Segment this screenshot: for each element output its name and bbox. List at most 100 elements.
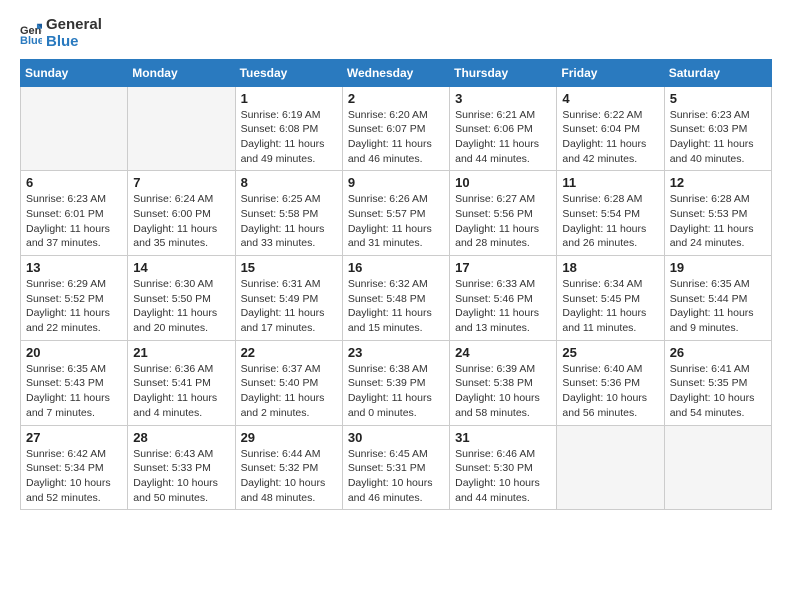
calendar-cell: 10 Sunrise: 6:27 AMSunset: 5:56 PMDayligh…	[450, 171, 557, 256]
day-info: Sunrise: 6:39 AMSunset: 5:38 PMDaylight:…	[455, 362, 551, 421]
days-header-row: SundayMondayTuesdayWednesdayThursdayFrid…	[21, 59, 772, 86]
calendar-cell: 26 Sunrise: 6:41 AMSunset: 5:35 PMDayligh…	[664, 340, 771, 425]
day-header-monday: Monday	[128, 59, 235, 86]
calendar-cell: 8Sunrise: 6:25 AMSunset: 5:58 PMDaylight…	[235, 171, 342, 256]
day-info: Sunrise: 6:41 AMSunset: 5:35 PMDaylight:…	[670, 362, 766, 421]
day-number: 23	[348, 345, 444, 360]
day-info: Sunrise: 6:20 AMSunset: 6:07 PMDaylight:…	[348, 108, 444, 167]
calendar-cell: 16Sunrise: 6:32 AMSunset: 5:48 PMDayligh…	[342, 256, 449, 341]
day-info: Sunrise: 6:37 AMSunset: 5:40 PMDaylight:…	[241, 362, 337, 421]
day-info: Sunrise: 6:23 AMSunset: 6:01 PMDaylight:…	[26, 192, 122, 251]
week-row-4: 20 Sunrise: 6:35 AMSunset: 5:43 PMDayligh…	[21, 340, 772, 425]
day-info: Sunrise: 6:24 AMSunset: 6:00 PMDaylight:…	[133, 192, 229, 251]
day-number: 1	[241, 91, 337, 106]
day-info: Sunrise: 6:31 AMSunset: 5:49 PMDaylight:…	[241, 277, 337, 336]
day-info: Sunrise: 6:29 AMSunset: 5:52 PMDaylight:…	[26, 277, 122, 336]
day-number: 15	[241, 260, 337, 275]
day-info: Sunrise: 6:34 AMSunset: 5:45 PMDaylight:…	[562, 277, 658, 336]
logo-general-text: General	[46, 16, 102, 33]
svg-text:Blue: Blue	[20, 35, 42, 44]
day-header-saturday: Saturday	[664, 59, 771, 86]
calendar-cell: 23 Sunrise: 6:38 AMSunset: 5:39 PMDayligh…	[342, 340, 449, 425]
calendar-cell	[128, 86, 235, 171]
day-info: Sunrise: 6:33 AMSunset: 5:46 PMDaylight:…	[455, 277, 551, 336]
week-row-2: 6Sunrise: 6:23 AMSunset: 6:01 PMDaylight…	[21, 171, 772, 256]
day-number: 26	[670, 345, 766, 360]
day-number: 29	[241, 430, 337, 445]
day-info: Sunrise: 6:22 AMSunset: 6:04 PMDaylight:…	[562, 108, 658, 167]
day-header-wednesday: Wednesday	[342, 59, 449, 86]
day-number: 25	[562, 345, 658, 360]
day-number: 19	[670, 260, 766, 275]
calendar-cell: 3 Sunrise: 6:21 AMSunset: 6:06 PMDaylight…	[450, 86, 557, 171]
calendar-cell: 5Sunrise: 6:23 AMSunset: 6:03 PMDaylight…	[664, 86, 771, 171]
header: General Blue General Blue	[20, 16, 772, 51]
calendar-cell	[557, 425, 664, 510]
day-info: Sunrise: 6:30 AMSunset: 5:50 PMDaylight:…	[133, 277, 229, 336]
day-info: Sunrise: 6:19 AMSunset: 6:08 PMDaylight:…	[241, 108, 337, 167]
day-number: 4	[562, 91, 658, 106]
calendar-cell: 29 Sunrise: 6:44 AMSunset: 5:32 PMDayligh…	[235, 425, 342, 510]
calendar-cell: 25Sunrise: 6:40 AMSunset: 5:36 PMDayligh…	[557, 340, 664, 425]
week-row-1: 1 Sunrise: 6:19 AMSunset: 6:08 PMDaylight…	[21, 86, 772, 171]
logo-icon: General Blue	[20, 22, 42, 44]
calendar-cell: 31Sunrise: 6:46 AMSunset: 5:30 PMDayligh…	[450, 425, 557, 510]
day-number: 18	[562, 260, 658, 275]
day-number: 9	[348, 175, 444, 190]
day-number: 2	[348, 91, 444, 106]
day-number: 3	[455, 91, 551, 106]
calendar-cell: 2 Sunrise: 6:20 AMSunset: 6:07 PMDaylight…	[342, 86, 449, 171]
day-info: Sunrise: 6:27 AMSunset: 5:56 PMDaylight:…	[455, 192, 551, 251]
day-info: Sunrise: 6:36 AMSunset: 5:41 PMDaylight:…	[133, 362, 229, 421]
calendar-cell: 27Sunrise: 6:42 AMSunset: 5:34 PMDayligh…	[21, 425, 128, 510]
calendar-cell: 18 Sunrise: 6:34 AMSunset: 5:45 PMDayligh…	[557, 256, 664, 341]
day-number: 11	[562, 175, 658, 190]
calendar-cell: 12 Sunrise: 6:28 AMSunset: 5:53 PMDayligh…	[664, 171, 771, 256]
calendar-cell: 7 Sunrise: 6:24 AMSunset: 6:00 PMDaylight…	[128, 171, 235, 256]
calendar-cell: 20 Sunrise: 6:35 AMSunset: 5:43 PMDayligh…	[21, 340, 128, 425]
day-info: Sunrise: 6:35 AMSunset: 5:43 PMDaylight:…	[26, 362, 122, 421]
calendar-cell: 13Sunrise: 6:29 AMSunset: 5:52 PMDayligh…	[21, 256, 128, 341]
day-info: Sunrise: 6:28 AMSunset: 5:53 PMDaylight:…	[670, 192, 766, 251]
day-number: 10	[455, 175, 551, 190]
calendar-cell: 24 Sunrise: 6:39 AMSunset: 5:38 PMDayligh…	[450, 340, 557, 425]
day-info: Sunrise: 6:28 AMSunset: 5:54 PMDaylight:…	[562, 192, 658, 251]
day-info: Sunrise: 6:23 AMSunset: 6:03 PMDaylight:…	[670, 108, 766, 167]
day-number: 20	[26, 345, 122, 360]
calendar-cell: 9 Sunrise: 6:26 AMSunset: 5:57 PMDaylight…	[342, 171, 449, 256]
day-header-friday: Friday	[557, 59, 664, 86]
calendar-cell: 30Sunrise: 6:45 AMSunset: 5:31 PMDayligh…	[342, 425, 449, 510]
day-number: 27	[26, 430, 122, 445]
day-info: Sunrise: 6:26 AMSunset: 5:57 PMDaylight:…	[348, 192, 444, 251]
day-number: 7	[133, 175, 229, 190]
day-info: Sunrise: 6:45 AMSunset: 5:31 PMDaylight:…	[348, 447, 444, 506]
calendar-cell: 4 Sunrise: 6:22 AMSunset: 6:04 PMDaylight…	[557, 86, 664, 171]
day-number: 22	[241, 345, 337, 360]
day-number: 16	[348, 260, 444, 275]
calendar-cell: 21 Sunrise: 6:36 AMSunset: 5:41 PMDayligh…	[128, 340, 235, 425]
day-number: 24	[455, 345, 551, 360]
day-info: Sunrise: 6:38 AMSunset: 5:39 PMDaylight:…	[348, 362, 444, 421]
day-header-tuesday: Tuesday	[235, 59, 342, 86]
calendar-cell	[664, 425, 771, 510]
day-info: Sunrise: 6:46 AMSunset: 5:30 PMDaylight:…	[455, 447, 551, 506]
calendar-cell: 15 Sunrise: 6:31 AMSunset: 5:49 PMDayligh…	[235, 256, 342, 341]
calendar-cell: 11 Sunrise: 6:28 AMSunset: 5:54 PMDayligh…	[557, 171, 664, 256]
calendar-cell: 22 Sunrise: 6:37 AMSunset: 5:40 PMDayligh…	[235, 340, 342, 425]
week-row-5: 27Sunrise: 6:42 AMSunset: 5:34 PMDayligh…	[21, 425, 772, 510]
day-info: Sunrise: 6:21 AMSunset: 6:06 PMDaylight:…	[455, 108, 551, 167]
calendar-cell: 6Sunrise: 6:23 AMSunset: 6:01 PMDaylight…	[21, 171, 128, 256]
calendar-cell: 17Sunrise: 6:33 AMSunset: 5:46 PMDayligh…	[450, 256, 557, 341]
day-number: 14	[133, 260, 229, 275]
day-number: 21	[133, 345, 229, 360]
day-number: 12	[670, 175, 766, 190]
calendar-cell: 14 Sunrise: 6:30 AMSunset: 5:50 PMDayligh…	[128, 256, 235, 341]
day-info: Sunrise: 6:43 AMSunset: 5:33 PMDaylight:…	[133, 447, 229, 506]
logo-blue-text: Blue	[46, 33, 102, 50]
day-number: 28	[133, 430, 229, 445]
day-header-sunday: Sunday	[21, 59, 128, 86]
day-info: Sunrise: 6:44 AMSunset: 5:32 PMDaylight:…	[241, 447, 337, 506]
calendar-table: SundayMondayTuesdayWednesdayThursdayFrid…	[20, 59, 772, 511]
day-number: 8	[241, 175, 337, 190]
day-info: Sunrise: 6:35 AMSunset: 5:44 PMDaylight:…	[670, 277, 766, 336]
